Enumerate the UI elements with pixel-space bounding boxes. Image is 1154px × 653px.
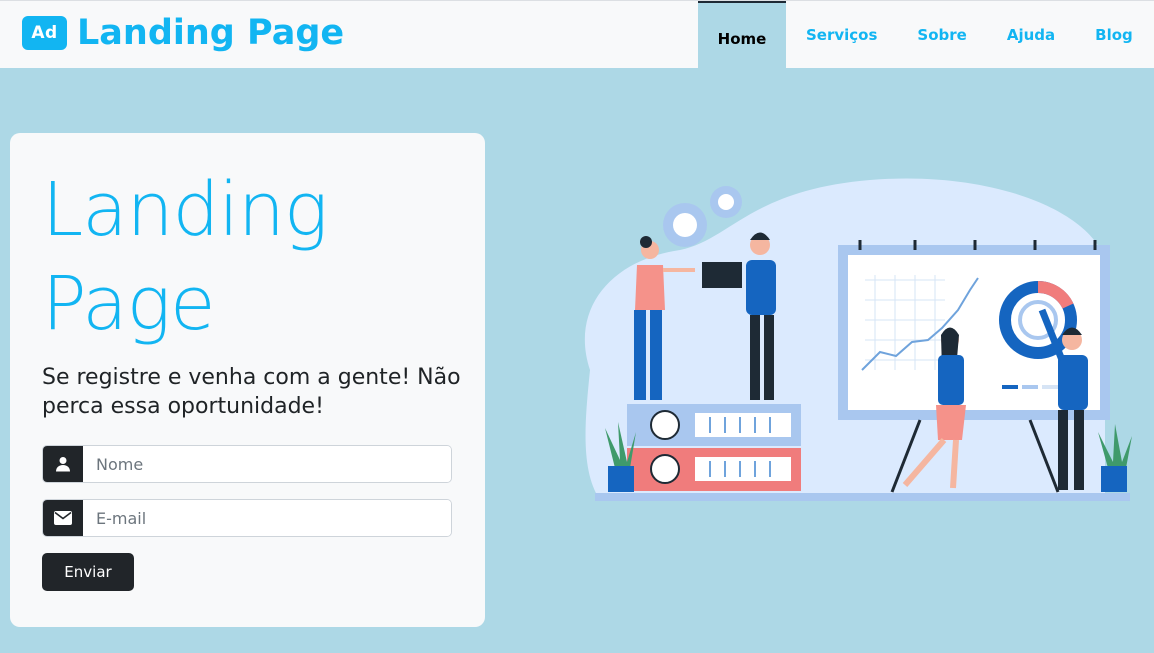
navbar: Ad Landing Page Home Serviços Sobre Ajud…: [0, 0, 1154, 69]
brand-logo-icon: Ad: [22, 16, 67, 50]
business-team-analytics-illustration: [570, 170, 1140, 510]
hero-title-line2: Page: [42, 261, 216, 347]
email-input[interactable]: [83, 500, 451, 536]
hero-subtitle: Se registre e venha com a gente! Não per…: [42, 365, 461, 419]
nav-item-sobre[interactable]: Sobre: [897, 1, 986, 69]
hero-title: Landing Page: [42, 163, 462, 351]
nav-item-servicos[interactable]: Serviços: [786, 1, 897, 69]
name-input[interactable]: [83, 446, 451, 482]
user-icon: [43, 446, 83, 482]
nav-item-ajuda[interactable]: Ajuda: [987, 1, 1075, 69]
brand[interactable]: Ad Landing Page: [22, 13, 344, 53]
main-nav: Home Serviços Sobre Ajuda Blog: [698, 1, 1153, 69]
envelope-icon: [43, 500, 83, 536]
email-input-group: [42, 499, 452, 537]
hero-title-line1: Landing: [42, 167, 328, 253]
signup-card: Landing Page Se registre e venha com a g…: [10, 133, 485, 627]
submit-button[interactable]: Enviar: [42, 553, 134, 591]
nav-item-blog[interactable]: Blog: [1075, 1, 1153, 69]
nav-item-home[interactable]: Home: [698, 1, 786, 69]
brand-title: Landing Page: [77, 13, 345, 53]
name-input-group: [42, 445, 452, 483]
